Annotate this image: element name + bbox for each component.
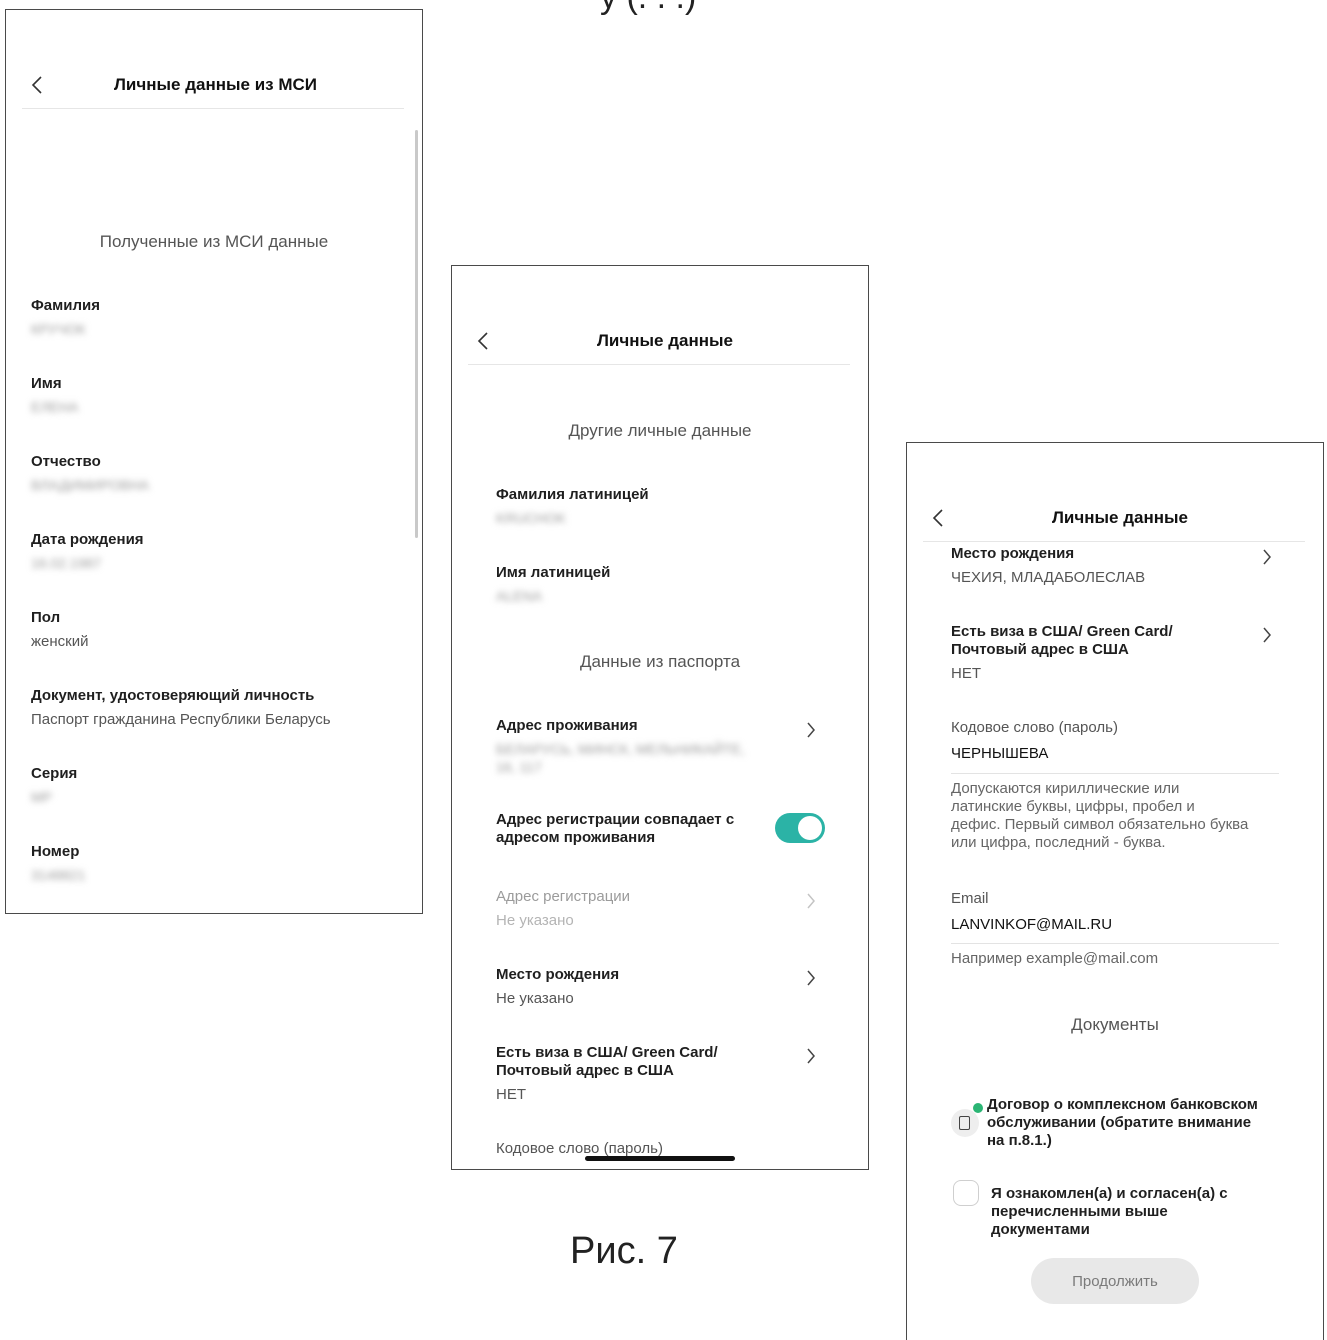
field-label-name: Имя (31, 375, 62, 392)
field-value-series: MP (31, 789, 52, 805)
field-label-series: Серия (31, 765, 78, 782)
chevron-right-icon (1263, 627, 1271, 643)
section-title: Полученные из МСИ данные (99, 232, 329, 251)
email-hint: Например example@mail.com (951, 950, 1159, 967)
hint-line4: или цифра, последний - буква. (951, 834, 1166, 851)
screen-personal-data-1: Личные данные Другие личные данные Фамил… (451, 265, 869, 1170)
field-label-patronymic: Отчество (31, 453, 101, 470)
field-value-us-visa: НЕТ (496, 1086, 526, 1103)
chevron-right-icon (1263, 549, 1271, 565)
field-label-birthplace: Место рождения (496, 966, 620, 983)
codeword-input[interactable]: ЧЕРНЫШЕВА (951, 745, 1048, 762)
field-value-us-visa: НЕТ (951, 665, 981, 682)
section-title-documents: Документы (1071, 1015, 1159, 1034)
screen-title: Личные данные из МСИ (114, 75, 317, 94)
field-label-name-latin: Имя латиницей (496, 564, 611, 581)
field-value-surname-latin: KRUCHOK (496, 510, 567, 526)
field-label-number: Номер (31, 843, 80, 860)
codeword-hint: Допускаются кириллические или латинские … (951, 780, 1248, 852)
field-label-codeword: Кодовое слово (пароль) (951, 719, 1118, 736)
screen-title: Личные данные (597, 331, 733, 350)
agree-checkbox[interactable] (953, 1180, 979, 1206)
field-value-residence-line1: БЕЛАРУСЬ, МИНСК, МЕЛЬНИКАЙТЕ, (496, 741, 745, 757)
figure-caption: Рис. 7 (570, 1230, 678, 1272)
codeword-underline (951, 773, 1279, 774)
back-arrow-icon[interactable] (476, 331, 490, 351)
page-heading: у (. . .) (600, 0, 696, 17)
field-value-birthdate: 16.02.1987 (31, 555, 102, 571)
field-label-birthdate: Дата рождения (31, 531, 144, 548)
field-label-birthplace: Место рождения (951, 545, 1075, 562)
field-value-gender: женский (31, 633, 89, 650)
header-divider (468, 364, 850, 365)
document-sheet-shape (959, 1116, 970, 1130)
field-label-surname: Фамилия (31, 297, 100, 314)
screen-personal-data-2: Личные данные Место рождения ЧЕХИЯ, МЛАД… (906, 442, 1324, 1340)
screen-title: Личные данные (1052, 508, 1188, 527)
doc-line2: обслуживании (обратите внимание (987, 1114, 1252, 1131)
field-value-patronymic: ВЛАДИМИРОВНА (31, 477, 150, 493)
hint-line2: латинские буквы, цифры, пробел и (951, 798, 1195, 815)
field-label-us-visa: Есть виза в США/ Green Card/ Почтовый ад… (496, 1044, 718, 1080)
field-label-reg-match: Адрес регистрации совпадает с адресом пр… (496, 811, 734, 847)
hint-line1: Допускаются кириллические или (951, 780, 1180, 797)
hint-line3: дефис. Первый символ обязательно буква (951, 816, 1249, 833)
reg-match-line2: адресом проживания (496, 829, 656, 846)
toggle-knob (798, 816, 822, 840)
us-visa-line2: Почтовый адрес в США (496, 1062, 674, 1079)
continue-button[interactable]: Продолжить (1031, 1258, 1199, 1304)
field-label-us-visa: Есть виза в США/ Green Card/ Почтовый ад… (951, 623, 1173, 659)
section-title-passport: Данные из паспорта (579, 652, 741, 671)
chevron-right-icon (807, 970, 815, 986)
document-title: Договор о комплексном банковском обслужи… (987, 1096, 1258, 1150)
field-label-registration: Адрес регистрации (496, 888, 631, 905)
field-label-codeword: Кодовое слово (пароль) (496, 1140, 663, 1157)
document-status-dot (973, 1103, 983, 1113)
field-value-name-latin: ALENA (496, 588, 542, 604)
document-icon (951, 1103, 983, 1137)
field-label-surname-latin: Фамилия латиницей (496, 486, 649, 503)
header-divider (22, 108, 404, 109)
field-value-id-document: Паспорт гражданина Республики Беларусь (31, 711, 331, 728)
back-arrow-icon[interactable] (30, 75, 44, 95)
us-visa-line1: Есть виза в США/ Green Card/ (496, 1044, 718, 1061)
reg-match-line1: Адрес регистрации совпадает с (496, 811, 735, 828)
field-value-residence-line2: 16, 117 (496, 759, 542, 775)
field-value-name: ЕЛЕНА (31, 399, 79, 415)
agree-line2: перечисленными выше (991, 1203, 1168, 1220)
back-arrow-icon[interactable] (931, 508, 945, 528)
field-label-gender: Пол (31, 609, 61, 626)
doc-line1: Договор о комплексном банковском (987, 1096, 1258, 1113)
scrollbar[interactable] (415, 130, 418, 538)
screen-msi-personal-data: Личные данные из МСИ Полученные из МСИ д… (5, 9, 423, 914)
header-divider (923, 541, 1305, 542)
field-label-id-document: Документ, удостоверяющий личность (31, 687, 315, 704)
agree-line1: Я ознакомлен(а) и согласен(а) с (991, 1185, 1228, 1202)
field-value-birthplace: Не указано (496, 990, 574, 1007)
field-value-surname: КРУЧОК (31, 321, 86, 337)
reg-match-toggle[interactable] (775, 813, 825, 843)
chevron-right-icon (807, 722, 815, 738)
chevron-right-icon (807, 893, 815, 909)
agree-label[interactable]: Я ознакомлен(а) и согласен(а) с перечисл… (991, 1185, 1228, 1239)
field-value-registration: Не указано (496, 912, 574, 929)
field-label-residence: Адрес проживания (496, 717, 638, 734)
chevron-right-icon (807, 1048, 815, 1064)
field-value-birthplace: ЧЕХИЯ, МЛАДАБОЛЕСЛАВ (951, 569, 1146, 586)
field-label-email: Email (951, 890, 989, 907)
field-value-number: 3148821 (31, 867, 86, 883)
home-indicator[interactable] (585, 1156, 735, 1161)
email-input[interactable]: LANVINKOF@MAIL.RU (951, 916, 1112, 933)
section-title-other: Другие личные данные (568, 421, 752, 440)
email-underline (951, 943, 1279, 944)
doc-line3: на п.8.1.) (987, 1132, 1052, 1149)
agree-line3: документами (991, 1221, 1090, 1238)
us-visa-line1: Есть виза в США/ Green Card/ (951, 623, 1173, 640)
us-visa-line2: Почтовый адрес в США (951, 641, 1129, 658)
